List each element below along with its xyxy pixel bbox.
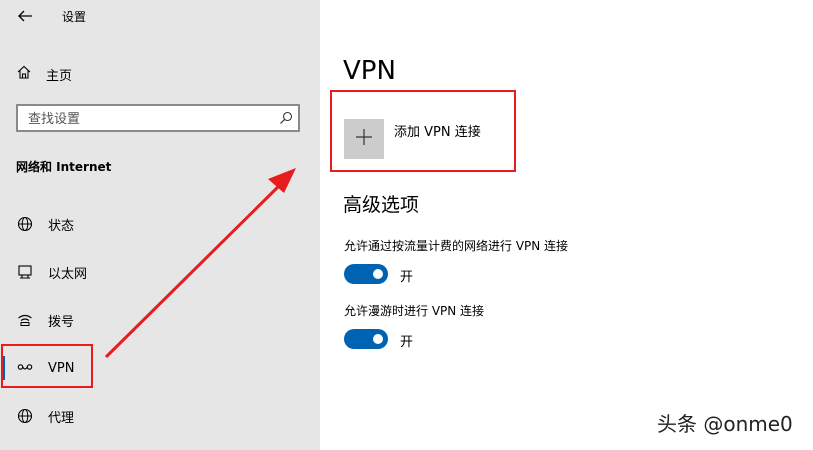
search-box[interactable] xyxy=(16,104,300,132)
roaming-toggle-state: 开 xyxy=(400,335,414,350)
metered-toggle[interactable] xyxy=(344,264,388,284)
sidebar-item-label: VPN xyxy=(48,360,75,376)
globe-status-icon xyxy=(16,215,34,233)
sidebar-item-proxy[interactable]: 代理 xyxy=(0,396,320,436)
back-arrow-icon[interactable] xyxy=(16,6,34,26)
active-indicator xyxy=(2,356,5,380)
search-icon[interactable] xyxy=(278,110,294,126)
search-input[interactable] xyxy=(26,108,270,130)
sidebar-item-vpn[interactable]: VPN xyxy=(0,348,320,388)
window-title: 设置 xyxy=(62,10,87,24)
sidebar-item-label: 拨号 xyxy=(48,314,75,330)
sidebar-item-status[interactable]: 状态 xyxy=(0,204,320,244)
home-label: 主页 xyxy=(46,68,73,84)
dialup-icon xyxy=(16,311,34,329)
home-nav-item[interactable]: 主页 xyxy=(16,64,72,84)
add-vpn-button[interactable] xyxy=(344,119,384,159)
ethernet-icon xyxy=(16,263,34,281)
metered-toggle-state: 开 xyxy=(400,270,414,285)
advanced-options-title: 高级选项 xyxy=(343,194,420,216)
add-vpn-label[interactable]: 添加 VPN 连接 xyxy=(394,121,481,140)
watermark: 头条 @onme0 xyxy=(657,412,793,436)
sidebar-item-label: 以太网 xyxy=(48,266,88,282)
option-metered-label: 允许通过按流量计费的网络进行 VPN 连接 xyxy=(344,239,569,253)
vpn-icon xyxy=(16,359,34,377)
sidebar-item-label: 代理 xyxy=(48,410,75,426)
plus-icon xyxy=(355,128,373,150)
sidebar: 设置 主页 网络和 Internet 状态 xyxy=(0,0,320,450)
option-roaming-label: 允许漫游时进行 VPN 连接 xyxy=(344,304,485,318)
home-icon xyxy=(16,64,32,84)
page-title: VPN xyxy=(343,56,396,86)
toggle-knob xyxy=(373,334,383,344)
roaming-toggle[interactable] xyxy=(344,329,388,349)
sidebar-item-dialup[interactable]: 拨号 xyxy=(0,300,320,340)
section-title: 网络和 Internet xyxy=(16,160,112,174)
toggle-knob xyxy=(373,269,383,279)
sidebar-item-ethernet[interactable]: 以太网 xyxy=(0,252,320,292)
sidebar-item-label: 状态 xyxy=(48,218,75,234)
globe-proxy-icon xyxy=(16,407,34,425)
